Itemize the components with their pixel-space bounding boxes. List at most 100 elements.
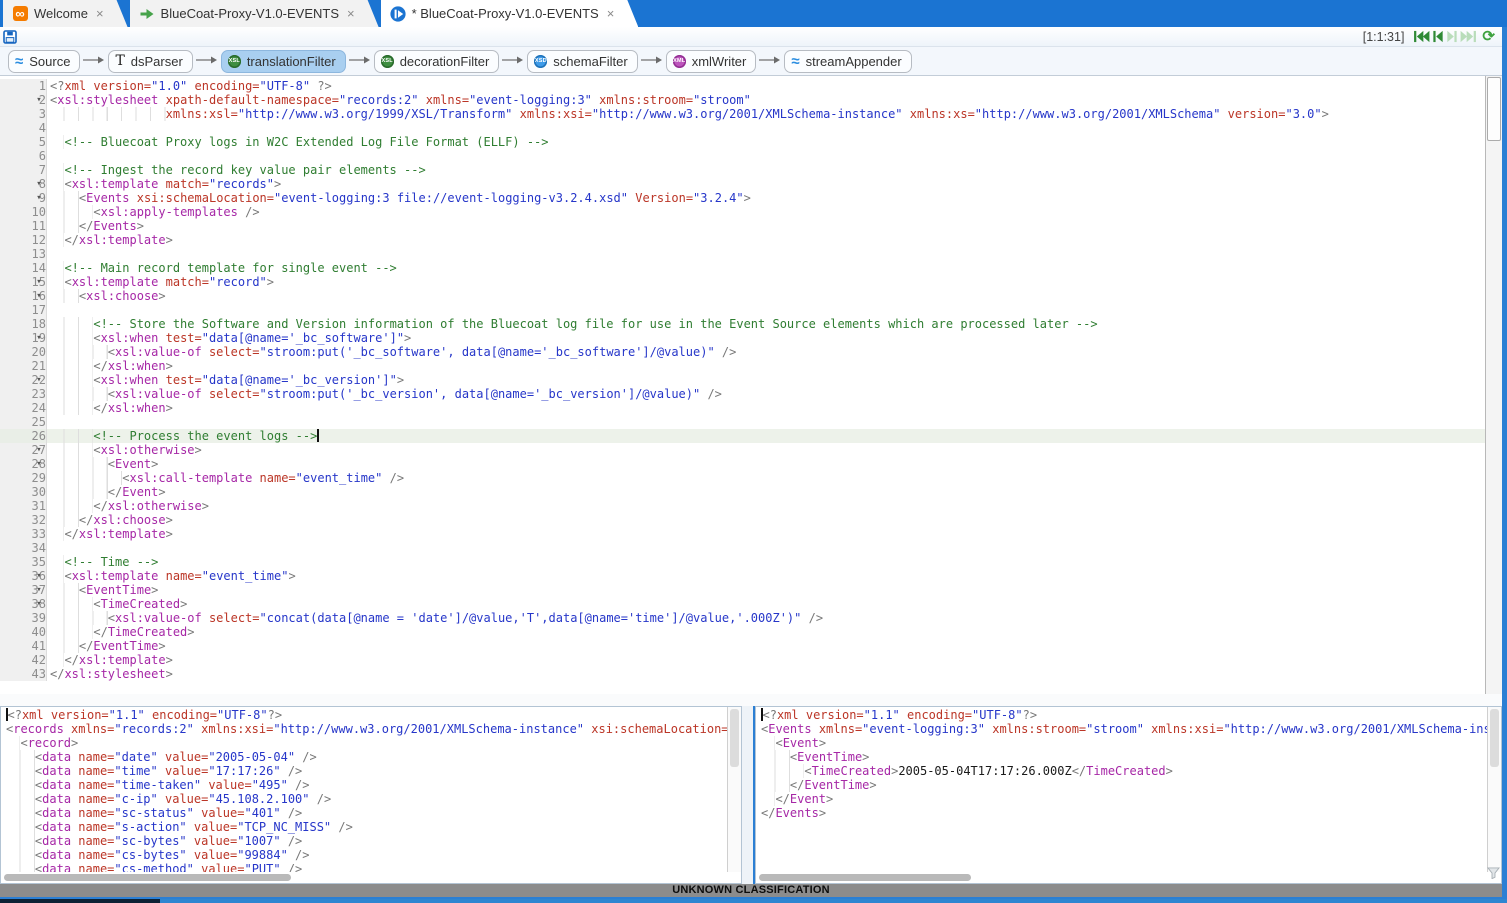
output-horizontal-scrollbar[interactable] [756,872,1488,883]
code-line[interactable]: <xsl:template name="event_time"> [47,569,1485,583]
code-line[interactable] [47,541,1485,555]
editor-gutter-cell[interactable]: 37▾ [0,583,47,597]
editor-gutter-cell[interactable]: 2▾ [0,93,47,107]
editor-line[interactable]: 29 <xsl:call-template name="event_time" … [0,471,1485,485]
pane-code-line[interactable]: <data name="sc-bytes" value="1007" /> [3,834,741,848]
close-icon[interactable]: × [607,7,615,20]
pipeline-element-translationfilter[interactable]: XSLtranslationFilter [221,50,346,73]
pane-code-line[interactable]: <?xml version="1.1" encoding="UTF-8"?> [3,708,741,722]
editor-gutter-cell[interactable]: 19▾ [0,331,47,345]
editor-line[interactable]: 3 xmlns:xsl="http://www.w3.org/1999/XSL/… [0,107,1485,121]
code-line[interactable]: </xsl:choose> [47,513,1485,527]
code-line[interactable]: <xsl:when test="data[@name='_bc_software… [47,331,1485,345]
pipeline-element-xmlwriter[interactable]: XMLxmlWriter [666,50,757,73]
editor-line[interactable]: 13 [0,247,1485,261]
code-line[interactable]: </EventTime> [758,778,1501,792]
close-icon[interactable]: × [347,7,355,20]
pane-code-line[interactable]: <TimeCreated>2005-05-04T17:17:26.000Z</T… [758,764,1501,778]
editor-gutter-cell[interactable]: 40 [0,625,47,639]
fold-toggle-icon[interactable]: ▾ [33,275,45,289]
editor-gutter-cell[interactable]: 43 [0,667,47,681]
editor-gutter-cell[interactable]: 39 [0,611,47,625]
code-line[interactable]: <records xmlns="records:2" xmlns:xsi="ht… [3,722,741,736]
tab-bluecoat-proxy-v1-0-events[interactable]: BlueCoat-Proxy-V1.0-EVENTS× [130,0,379,27]
step-back-button[interactable] [1432,30,1444,43]
output-data-pane[interactable]: <?xml version="1.1" encoding="UTF-8"?><E… [755,706,1502,884]
code-line[interactable]: <!-- Bluecoat Proxy logs in W2C Extended… [47,135,1485,149]
editor-gutter-cell[interactable]: 27▾ [0,443,47,457]
code-line[interactable]: <!-- Time --> [47,555,1485,569]
editor-line[interactable]: 21 </xsl:when> [0,359,1485,373]
fold-toggle-icon[interactable]: ▾ [33,177,45,191]
code-line[interactable]: <data name="sc-status" value="401" /> [3,806,741,820]
editor-gutter-cell[interactable]: 9▾ [0,191,47,205]
pane-code-line[interactable]: <record> [3,736,741,750]
editor-line[interactable]: 8▾ <xsl:template match="records"> [0,177,1485,191]
editor-gutter-cell[interactable]: 18 [0,317,47,331]
pane-code-line[interactable]: <data name="cs-bytes" value="99884" /> [3,848,741,862]
fold-toggle-icon[interactable]: ▾ [33,583,45,597]
code-line[interactable]: <?xml version="1.1" encoding="UTF-8"?> [3,708,741,722]
pane-code-line[interactable]: <data name="time" value="17:17:26" /> [3,764,741,778]
pane-code-line[interactable]: <data name="s-action" value="TCP_NC_MISS… [3,820,741,834]
code-line[interactable]: <Events xsi:schemaLocation="event-loggin… [47,191,1485,205]
code-line[interactable]: <EventTime> [47,583,1485,597]
pane-code-line[interactable]: <data name="date" value="2005-05-04" /> [3,750,741,764]
editor-line[interactable]: 15▾ <xsl:template match="record"> [0,275,1485,289]
editor-line[interactable]: 39 <xsl:value-of select="concat(data[@na… [0,611,1485,625]
editor-line[interactable]: 11 </Events> [0,219,1485,233]
code-line[interactable]: </xsl:when> [47,359,1485,373]
editor-line[interactable]: 31 </xsl:otherwise> [0,499,1485,513]
editor-gutter-cell[interactable]: 13 [0,247,47,261]
editor-line[interactable]: 42 </xsl:template> [0,653,1485,667]
code-line[interactable]: <Event> [47,457,1485,471]
code-line[interactable]: <data name="time" value="17:17:26" /> [3,764,741,778]
pane-code-line[interactable]: </EventTime> [758,778,1501,792]
pipeline-element-decorationfilter[interactable]: XSLdecorationFilter [374,50,500,73]
pane-code-line[interactable]: <data name="c-ip" value="45.108.2.100" /… [3,792,741,806]
editor-gutter-cell[interactable]: 8▾ [0,177,47,191]
fold-toggle-icon[interactable]: ▾ [33,597,45,611]
code-line[interactable]: <xsl:value-of select="concat(data[@name … [47,611,1485,625]
editor-gutter-cell[interactable]: 31 [0,499,47,513]
step-first-button[interactable] [1413,30,1430,43]
editor-line[interactable]: 18 <!-- Store the Software and Version i… [0,317,1485,331]
code-line[interactable]: <xsl:choose> [47,289,1485,303]
fold-toggle-icon[interactable]: ▾ [33,289,45,303]
editor-line[interactable]: 20 <xsl:value-of select="stroom:put('_bc… [0,345,1485,359]
code-line[interactable]: <TimeCreated>2005-05-04T17:17:26.000Z</T… [758,764,1501,778]
code-line[interactable]: <xsl:value-of select="stroom:put('_bc_so… [47,345,1485,359]
editor-line[interactable]: 37▾ <EventTime> [0,583,1485,597]
pane-code-line[interactable]: </Events> [758,806,1501,820]
tab-bluecoat-proxy-v1-0-events[interactable]: * BlueCoat-Proxy-V1.0-EVENTS× [381,0,639,27]
code-line[interactable]: <record> [3,736,741,750]
code-line[interactable]: </Events> [758,806,1501,820]
pane-code-line[interactable]: <data name="sc-status" value="401" /> [3,806,741,820]
editor-gutter-cell[interactable]: 26 [0,429,47,443]
editor-line[interactable]: 10 <xsl:apply-templates /> [0,205,1485,219]
editor-line[interactable]: 6 [0,149,1485,163]
fold-toggle-icon[interactable]: ▾ [33,443,45,457]
editor-line[interactable]: 28▾ <Event> [0,457,1485,471]
editor-gutter-cell[interactable]: 3 [0,107,47,121]
editor-line[interactable]: 24 </xsl:when> [0,401,1485,415]
editor-line[interactable]: 38▾ <TimeCreated> [0,597,1485,611]
code-line[interactable]: <!-- Store the Software and Version info… [47,317,1485,331]
code-line[interactable]: <data name="s-action" value="TCP_NC_MISS… [3,820,741,834]
code-line[interactable]: <xsl:call-template name="event_time" /> [47,471,1485,485]
code-line[interactable] [47,303,1485,317]
step-last-button[interactable] [1460,30,1477,43]
fold-toggle-icon[interactable]: ▾ [33,331,45,345]
code-line[interactable]: </EventTime> [47,639,1485,653]
code-line[interactable]: <xsl:apply-templates /> [47,205,1485,219]
editor-gutter-cell[interactable]: 30 [0,485,47,499]
code-line[interactable]: </Event> [47,485,1485,499]
editor-gutter-cell[interactable]: 7 [0,163,47,177]
code-line[interactable]: <xsl:value-of select="stroom:put('_bc_ve… [47,387,1485,401]
editor-gutter-cell[interactable]: 5 [0,135,47,149]
editor-gutter-cell[interactable]: 36▾ [0,569,47,583]
input-horizontal-scrollbar[interactable] [1,872,728,883]
code-line[interactable]: <Events xmlns="event-logging:3" xmlns:st… [758,722,1501,736]
code-line[interactable]: <xsl:when test="data[@name='_bc_version'… [47,373,1485,387]
code-line[interactable]: </xsl:when> [47,401,1485,415]
